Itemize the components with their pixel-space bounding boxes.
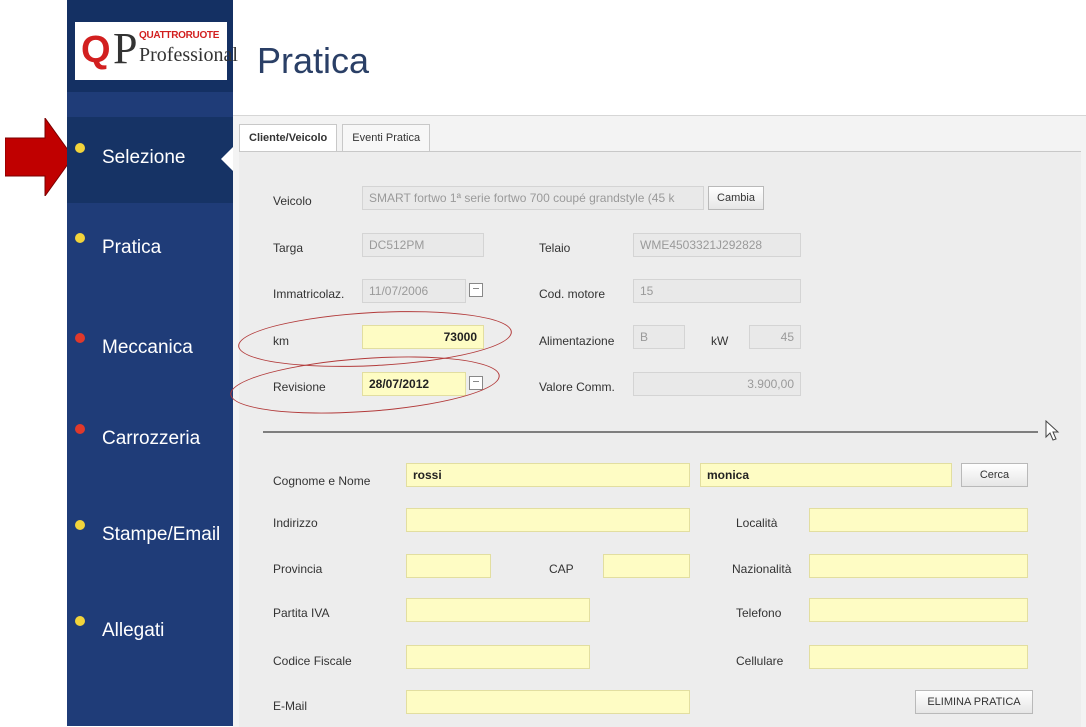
sidebar-item-label: Meccanica (102, 337, 193, 358)
provincia-label: Provincia (273, 562, 323, 576)
provincia-field[interactable] (406, 554, 491, 578)
status-dot-icon (75, 143, 85, 153)
sidebar-item-pratica[interactable]: Pratica (67, 207, 233, 293)
elimina-pratica-button[interactable]: ELIMINA PRATICA (915, 690, 1033, 714)
quattroruote-logo: Q P QUATTRORUOTE Professional (75, 22, 238, 80)
telefono-label: Telefono (736, 606, 782, 620)
nazionalita-label: Nazionalità (732, 562, 792, 576)
codice-fiscale-field[interactable] (406, 645, 590, 669)
logo-q: Q (81, 29, 111, 71)
sidebar-item-label: Selezione (102, 147, 186, 168)
veicolo-label: Veicolo (273, 194, 312, 208)
email-field[interactable] (406, 690, 690, 714)
sidebar-item-carrozzeria[interactable]: Carrozzeria (67, 398, 233, 484)
cod-motore-field[interactable]: 15 (633, 279, 801, 303)
localita-field[interactable] (809, 508, 1028, 532)
alimentazione-field[interactable]: B (633, 325, 685, 349)
tab-eventi-pratica[interactable]: Eventi Pratica (342, 124, 431, 152)
sidebar-item-stampe-email[interactable]: Stampe/Email (67, 494, 233, 580)
section-divider (263, 431, 1038, 433)
sidebar-item-label: Allegati (102, 620, 165, 641)
indirizzo-label: Indirizzo (273, 516, 318, 530)
sidebar-item-label: Carrozzeria (102, 428, 201, 449)
indirizzo-field[interactable] (406, 508, 690, 532)
cap-label: CAP (549, 562, 574, 576)
calendar-icon[interactable] (469, 283, 483, 297)
tab-bar: Cliente/Veicolo Eventi Pratica (239, 124, 435, 152)
valore-comm-label: Valore Comm. (539, 380, 615, 394)
valore-comm-field[interactable]: 3.900,00 (633, 372, 801, 396)
logo-area: Q P QUATTRORUOTE Professional (67, 0, 238, 92)
sidebar-item-meccanica[interactable]: Meccanica (67, 307, 233, 393)
kw-field[interactable]: 45 (749, 325, 801, 349)
partita-iva-label: Partita IVA (273, 606, 330, 620)
telaio-label: Telaio (539, 241, 571, 255)
nome-field[interactable]: monica (700, 463, 952, 487)
annotation-arrow (5, 118, 74, 196)
status-dot-icon (75, 616, 85, 626)
cellulare-label: Cellulare (736, 654, 784, 668)
cambia-button[interactable]: Cambia (708, 186, 764, 210)
alimentazione-label: Alimentazione (539, 334, 615, 348)
telefono-field[interactable] (809, 598, 1028, 622)
mouse-cursor-icon (1045, 420, 1060, 441)
email-label: E-Mail (273, 699, 308, 713)
sidebar-item-allegati[interactable]: Allegati (67, 590, 233, 676)
status-dot-icon (75, 233, 85, 243)
status-dot-icon (75, 333, 85, 343)
immatricolaz-field[interactable]: 11/07/2006 (362, 279, 466, 303)
sidebar-item-label: Stampe/Email (102, 524, 221, 545)
sidebar: Q P QUATTRORUOTE Professional Selezione … (67, 0, 238, 726)
cognome-label: Cognome e Nome (273, 474, 371, 488)
cognome-field[interactable]: rossi (406, 463, 690, 487)
sidebar-item-selezione[interactable]: Selezione (67, 117, 233, 203)
targa-field[interactable]: DC512PM (362, 233, 484, 257)
immatricolaz-label: Immatricolaz. (273, 287, 345, 301)
logo-brand: QUATTRORUOTE (139, 30, 220, 41)
localita-label: Località (736, 516, 778, 530)
cod-motore-label: Cod. motore (539, 287, 606, 301)
targa-label: Targa (273, 241, 304, 255)
cap-field[interactable] (603, 554, 690, 578)
status-dot-icon (75, 424, 85, 434)
telaio-field[interactable]: WME4503321J292828 (633, 233, 801, 257)
cerca-button[interactable]: Cerca (961, 463, 1028, 487)
codice-fiscale-label: Codice Fiscale (273, 654, 352, 668)
nazionalita-field[interactable] (809, 554, 1028, 578)
status-dot-icon (75, 520, 85, 530)
page-title: Pratica (257, 40, 370, 81)
veicolo-field[interactable]: SMART fortwo 1ª serie fortwo 700 coupé g… (362, 186, 704, 210)
tab-cliente-veicolo[interactable]: Cliente/Veicolo (239, 124, 338, 152)
logo-sub: Professional (139, 44, 238, 66)
partita-iva-field[interactable] (406, 598, 590, 622)
kw-label: kW (711, 334, 729, 348)
logo-p: P (113, 24, 138, 73)
cellulare-field[interactable] (809, 645, 1028, 669)
sidebar-item-label: Pratica (102, 237, 162, 258)
